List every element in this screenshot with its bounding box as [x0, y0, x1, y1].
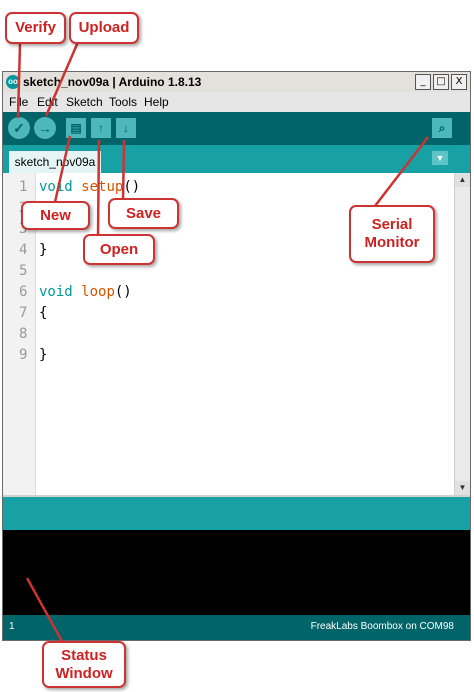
- message-area: [3, 497, 470, 530]
- code-function-name: loop: [81, 284, 115, 300]
- status-console: [3, 530, 470, 615]
- editor-scrollbar[interactable]: ▲ ▼: [454, 173, 470, 495]
- serial-monitor-button[interactable]: ⌕: [432, 118, 452, 138]
- callout-serial-monitor: Serial Monitor: [349, 205, 435, 263]
- code-text: void loop(): [39, 282, 132, 303]
- upload-button[interactable]: →: [34, 117, 56, 139]
- menu-help[interactable]: Help: [144, 95, 169, 109]
- callout-save: Save: [108, 198, 179, 229]
- scroll-down-icon[interactable]: ▼: [455, 481, 470, 495]
- arduino-ide-window: oo sketch_nov09a | Arduino 1.8.13 _ □ X …: [2, 71, 471, 641]
- line-number: 1: [19, 179, 28, 195]
- minimize-button[interactable]: _: [415, 74, 431, 90]
- code-punctuation: }: [39, 242, 48, 258]
- tab-menu-dropdown-icon[interactable]: ▼: [432, 151, 448, 165]
- callout-verify: Verify: [5, 12, 66, 44]
- code-keyword: void: [39, 284, 73, 300]
- status-board-port: FreakLabs Boombox on COM98: [310, 621, 454, 632]
- menu-sketch[interactable]: Sketch: [66, 95, 103, 109]
- code-function-name: setup: [81, 179, 124, 195]
- verify-button[interactable]: ✓: [8, 117, 30, 139]
- line-number: 8: [19, 326, 28, 342]
- tab-bar: sketch_nov09a ▼: [3, 145, 470, 173]
- code-keyword: void: [39, 179, 73, 195]
- save-button[interactable]: ↓: [116, 118, 136, 138]
- menu-edit[interactable]: Edit: [37, 95, 58, 109]
- code-text: void setup(): [39, 177, 140, 198]
- menu-file[interactable]: File: [9, 95, 28, 109]
- line-number: 5: [19, 263, 28, 279]
- code-text: {: [39, 303, 47, 324]
- code-line[interactable]: 5: [3, 261, 443, 282]
- code-punctuation: (): [114, 284, 132, 300]
- code-punctuation: {: [39, 305, 48, 321]
- menu-tools[interactable]: Tools: [109, 95, 137, 109]
- status-line-number: 1: [9, 621, 15, 632]
- title-bar: oo sketch_nov09a | Arduino 1.8.13 _ □ X: [3, 72, 470, 93]
- tab-sketch[interactable]: sketch_nov09a: [9, 151, 101, 173]
- close-button[interactable]: X: [451, 74, 467, 90]
- open-button[interactable]: ↑: [91, 118, 111, 138]
- callout-open: Open: [83, 234, 155, 265]
- code-punctuation: }: [39, 347, 48, 363]
- scroll-up-icon[interactable]: ▲: [455, 173, 470, 187]
- toolbar: ✓ → ▤ ↑ ↓ ⌕: [3, 112, 470, 145]
- callout-status-window: Status Window: [42, 641, 126, 688]
- line-number: 6: [19, 284, 28, 300]
- code-text: }: [39, 240, 47, 261]
- arduino-logo-icon: oo: [6, 75, 20, 89]
- new-button[interactable]: ▤: [66, 118, 86, 138]
- code-line[interactable]: 1 void setup(): [3, 177, 443, 198]
- callout-new: New: [21, 201, 90, 230]
- code-line[interactable]: 6 void loop(): [3, 282, 443, 303]
- code-line[interactable]: 9}: [3, 345, 443, 366]
- menu-bar: File Edit Sketch Tools Help: [3, 92, 470, 112]
- code-line[interactable]: 7{: [3, 303, 443, 324]
- code-punctuation: (): [123, 179, 141, 195]
- maximize-button[interactable]: □: [433, 74, 449, 90]
- line-number: 7: [19, 305, 28, 321]
- line-number: 9: [19, 347, 28, 363]
- line-number: 4: [19, 242, 28, 258]
- status-bar: 1 FreakLabs Boombox on COM98: [3, 615, 470, 640]
- code-line[interactable]: 8: [3, 324, 443, 345]
- code-text: }: [39, 345, 47, 366]
- window-title: sketch_nov09a | Arduino 1.8.13: [23, 75, 202, 89]
- callout-upload: Upload: [69, 12, 139, 44]
